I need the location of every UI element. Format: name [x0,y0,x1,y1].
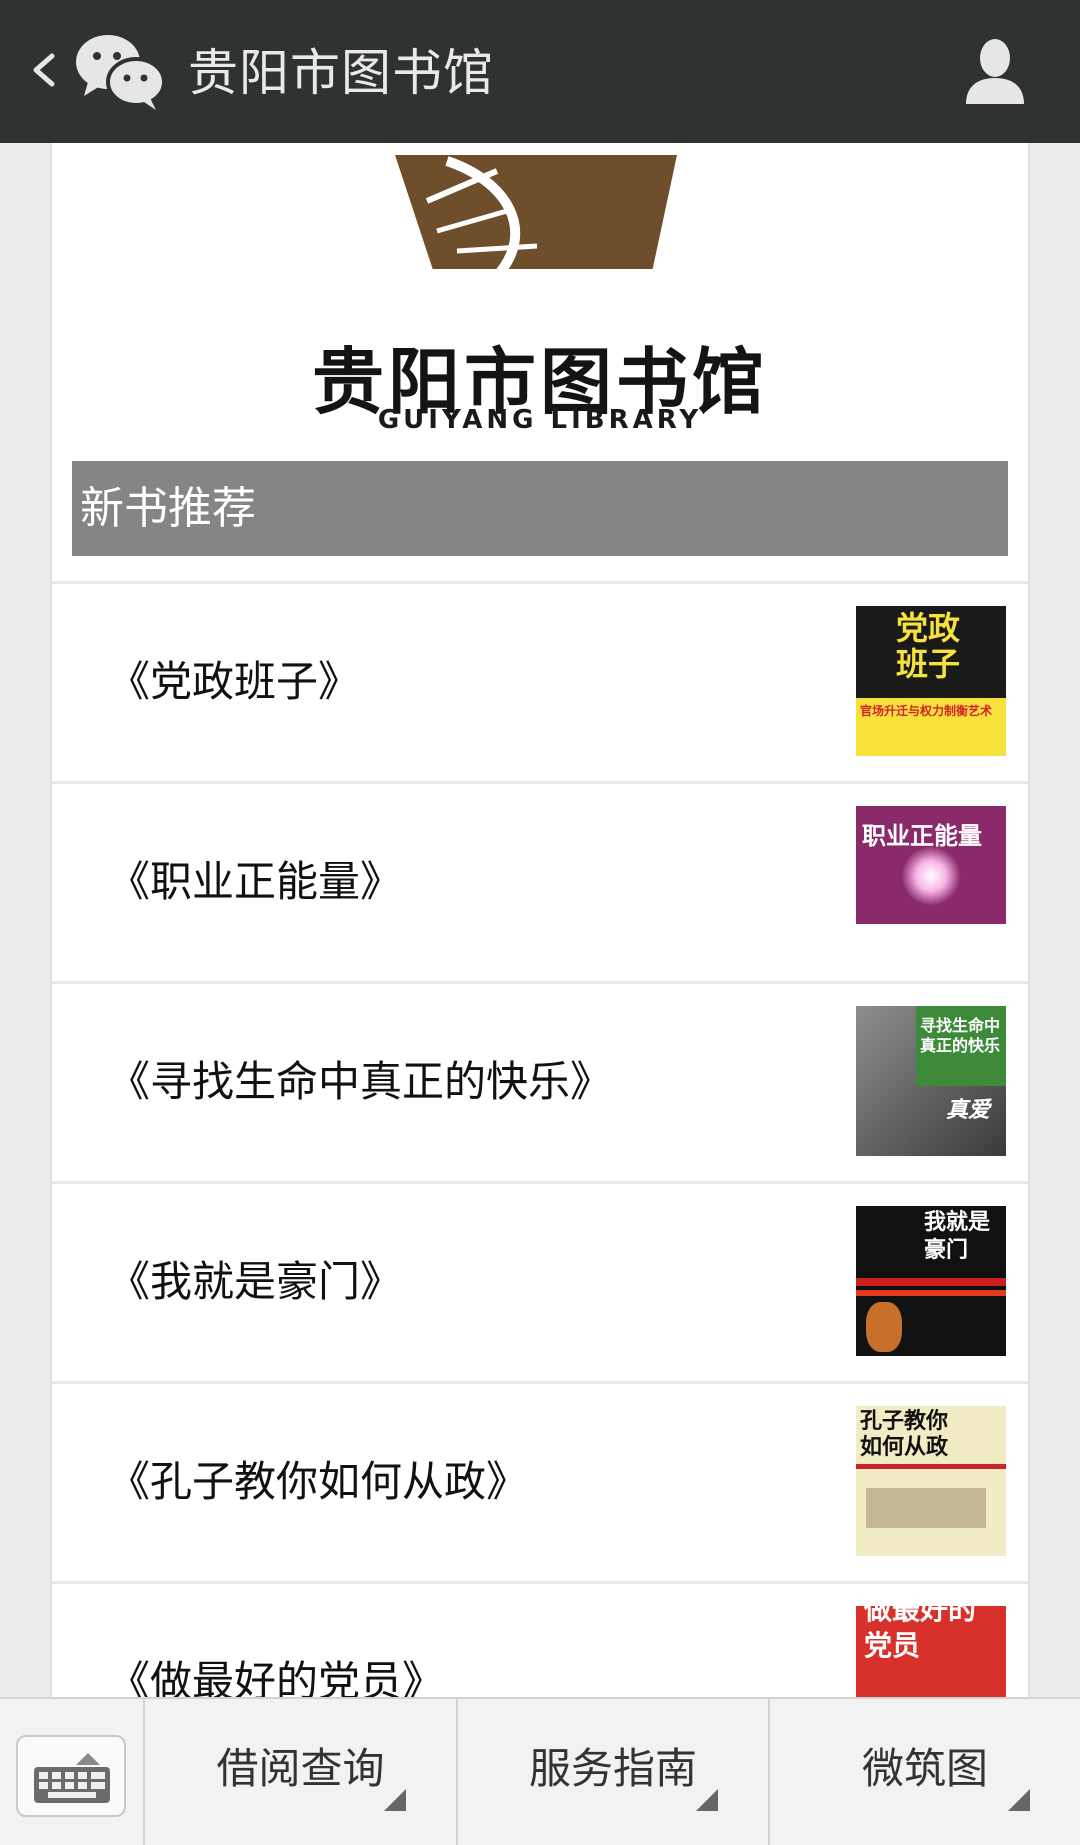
submenu-indicator-icon [696,1789,718,1811]
top-navigation-bar: 贵阳市图书馆 [0,0,1080,143]
submenu-indicator-icon [1008,1789,1030,1811]
book-list-item[interactable]: 《寻找生命中真正的快乐》 寻找生命中 真正的快乐 真爱 [52,981,1028,1181]
book-cover: 寻找生命中 真正的快乐 真爱 [856,1006,1006,1156]
library-logo-mark [387,151,727,291]
book-list-item[interactable]: 《我就是豪门》 我就是 豪门 [52,1181,1028,1381]
menu-item-label: 微筑图 [861,1744,988,1793]
book-cover: 党政 班子 官场升迁与权力制衡艺术 [856,606,1006,756]
book-title: 《党政班子》 [108,657,361,706]
menu-item-label: 服务指南 [528,1744,697,1793]
book-cover: 职业正能量 [856,806,1006,956]
section-header: 新书推荐 [72,461,1008,556]
user-icon[interactable] [964,36,1026,106]
back-icon[interactable] [24,40,64,100]
book-cover-text: 做最好的 党员 [864,1606,977,1662]
book-list-item[interactable]: 《孔子教你如何从政》 孔子教你 如何从政 [52,1381,1028,1581]
keyboard-icon [34,1767,110,1807]
library-name-en: GUIYANG LIBRARY [377,405,703,435]
book-cover: 做最好的 党员 [856,1606,1006,1698]
keyboard-toggle-button[interactable] [16,1735,126,1817]
menu-item-borrow-query[interactable]: 借阅查询 [143,1699,456,1845]
book-title: 《做最好的党员》 [108,1657,445,1698]
book-list-item[interactable]: 《职业正能量》 职业正能量 [52,781,1028,981]
wechat-icon [74,30,166,112]
library-logo: 贵阳市图书馆 GUIYANG LIBRARY 新书推荐 [52,143,1028,583]
book-cover-text: 党政 班子 [896,609,961,683]
page-title: 贵阳市图书馆 [188,44,494,102]
book-cover-subtitle: 官场升迁与权力制衡艺术 [860,704,993,718]
bottom-menu-bar: 借阅查询 服务指南 微筑图 [0,1697,1080,1845]
menu-item-wei-zhu-tu[interactable]: 微筑图 [768,1699,1080,1845]
book-cover-text: 寻找生命中 真正的快乐 [920,1016,1001,1055]
book-title: 《职业正能量》 [108,857,403,906]
book-cover-text: 职业正能量 [862,821,982,850]
book-cover: 我就是 豪门 [856,1206,1006,1356]
book-cover-text: 我就是 豪门 [924,1209,991,1263]
book-title: 《我就是豪门》 [108,1257,403,1306]
menu-item-label: 借阅查询 [216,1744,385,1793]
caret-up-icon [76,1753,100,1765]
book-list-item[interactable]: 《党政班子》 党政 班子 官场升迁与权力制衡艺术 [52,581,1028,781]
menu-item-service-guide[interactable]: 服务指南 [456,1699,768,1845]
book-title: 《寻找生命中真正的快乐》 [108,1057,613,1106]
book-cover-subtitle: 真爱 [946,1097,991,1123]
book-cover-text: 孔子教你 如何从政 [860,1408,949,1460]
book-list-item[interactable]: 《做最好的党员》 做最好的 党员 [52,1581,1028,1698]
book-title: 《孔子教你如何从政》 [108,1457,529,1506]
article-content: 贵阳市图书馆 GUIYANG LIBRARY 新书推荐 《党政班子》 党政 班子… [50,143,1030,1698]
book-cover: 孔子教你 如何从政 [856,1406,1006,1556]
book-list: 《党政班子》 党政 班子 官场升迁与权力制衡艺术 《职业正能量》 职业正能量 《… [52,581,1028,1698]
submenu-indicator-icon [384,1789,406,1811]
